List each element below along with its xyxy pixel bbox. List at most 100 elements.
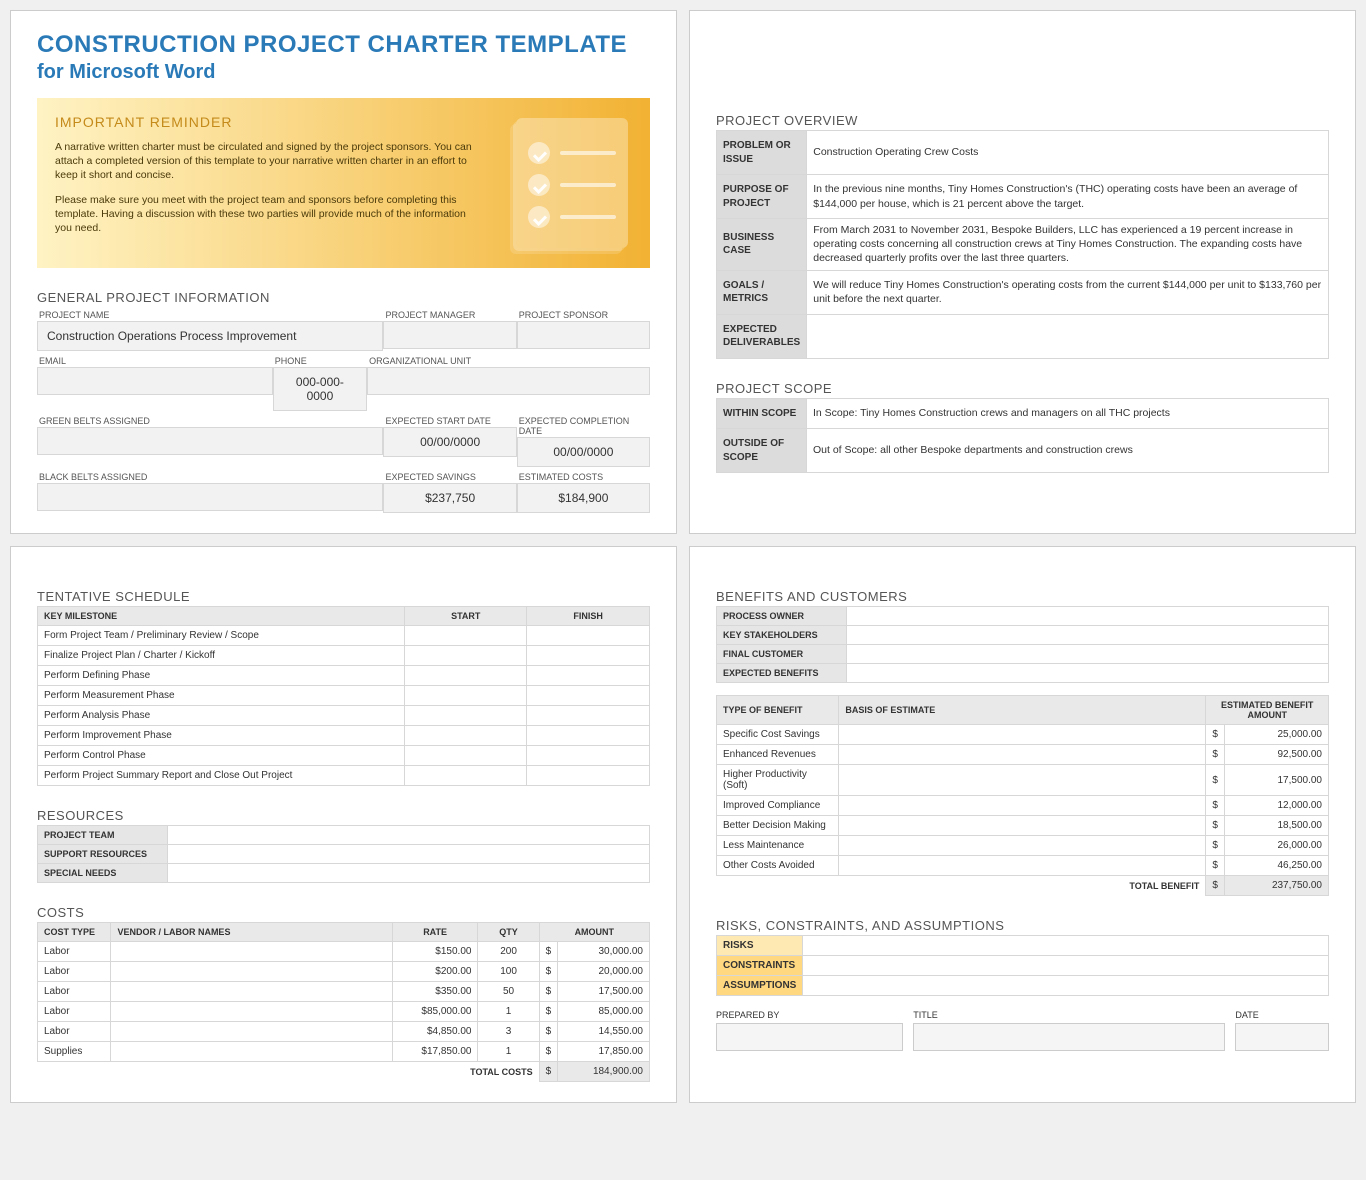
project-name-field[interactable]: Construction Operations Process Improvem…: [37, 321, 383, 351]
label-black-belts: BLACK BELTS ASSIGNED: [37, 469, 383, 483]
label-project-manager: PROJECT MANAGER: [383, 307, 516, 321]
col-cost-type: COST TYPE: [38, 923, 111, 942]
phone-field[interactable]: 000-000-0000: [273, 367, 367, 411]
benefits-info-table: PROCESS OWNER KEY STAKEHOLDERS FINAL CUS…: [716, 606, 1329, 683]
outside-scope-label: OUTSIDE OF SCOPE: [717, 429, 807, 473]
col-milestone: KEY MILESTONE: [38, 607, 405, 626]
res-team-label: PROJECT TEAM: [38, 826, 168, 845]
title-field[interactable]: [913, 1023, 1225, 1051]
risks-label: RISKS: [717, 936, 803, 956]
reminder-p1: A narrative written charter must be circ…: [55, 140, 485, 183]
within-scope-value: In Scope: Tiny Homes Construction crews …: [807, 398, 1329, 429]
page-4: BENEFITS AND CUSTOMERS PROCESS OWNER KEY…: [689, 546, 1356, 1103]
label-project-name: PROJECT NAME: [37, 307, 383, 321]
label-green-belts: GREEN BELTS ASSIGNED: [37, 413, 383, 427]
col-benefit-type: TYPE OF BENEFIT: [717, 696, 839, 725]
table-row: Improved Compliance$12,000.00: [717, 796, 1329, 816]
col-qty: QTY: [478, 923, 539, 942]
table-row: Labor$85,000.001$85,000.00: [38, 1002, 650, 1022]
table-row: GOALS / METRICSWe will reduce Tiny Homes…: [717, 270, 1329, 314]
benefits-heading: BENEFITS AND CUSTOMERS: [716, 589, 1329, 604]
table-row: Perform Analysis Phase: [38, 706, 650, 726]
col-rate: RATE: [392, 923, 478, 942]
project-sponsor-field[interactable]: [517, 321, 650, 349]
costs-heading: COSTS: [37, 905, 650, 920]
resources-table: PROJECT TEAM SUPPORT RESOURCES SPECIAL N…: [37, 825, 650, 883]
table-row: Perform Improvement Phase: [38, 726, 650, 746]
label-project-sponsor: PROJECT SPONSOR: [517, 307, 650, 321]
col-vendor: VENDOR / LABOR NAMES: [111, 923, 392, 942]
doc-subtitle: for Microsoft Word: [37, 61, 650, 84]
date-field[interactable]: [1235, 1023, 1329, 1051]
page-1: CONSTRUCTION PROJECT CHARTER TEMPLATE fo…: [10, 10, 677, 534]
project-manager-field[interactable]: [383, 321, 516, 349]
reminder-p2: Please make sure you meet with the proje…: [55, 193, 485, 236]
res-support-label: SUPPORT RESOURCES: [38, 845, 168, 864]
expected-completion-field[interactable]: 00/00/0000: [517, 437, 650, 467]
estimated-costs-field[interactable]: $184,900: [517, 483, 650, 513]
table-row: Other Costs Avoided$46,250.00: [717, 856, 1329, 876]
table-row: Higher Productivity (Soft)$17,500.00: [717, 765, 1329, 796]
table-row: Labor$350.0050$17,500.00: [38, 982, 650, 1002]
page-3: TENTATIVE SCHEDULE KEY MILESTONE START F…: [10, 546, 677, 1103]
reminder-panel: IMPORTANT REMINDER A narrative written c…: [37, 98, 650, 268]
table-row: Labor$200.00100$20,000.00: [38, 962, 650, 982]
table-row: Perform Control Phase: [38, 746, 650, 766]
doc-title: CONSTRUCTION PROJECT CHARTER TEMPLATE: [37, 31, 650, 59]
table-row: WITHIN SCOPE In Scope: Tiny Homes Constr…: [717, 398, 1329, 429]
outside-scope-value: Out of Scope: all other Bespoke departme…: [807, 429, 1329, 473]
table-row: Finalize Project Plan / Charter / Kickof…: [38, 646, 650, 666]
table-row: OUTSIDE OF SCOPE Out of Scope: all other…: [717, 429, 1329, 473]
table-row: Supplies$17,850.001$17,850.00: [38, 1042, 650, 1062]
expected-savings-field[interactable]: $237,750: [383, 483, 516, 513]
col-amount: AMOUNT: [539, 923, 649, 942]
title-label: TITLE: [913, 1010, 1225, 1020]
signoff-row: PREPARED BY TITLE DATE: [716, 1010, 1329, 1051]
within-scope-label: WITHIN SCOPE: [717, 398, 807, 429]
ben-final-label: FINAL CUSTOMER: [717, 645, 847, 664]
expected-start-field[interactable]: 00/00/0000: [383, 427, 516, 457]
email-field[interactable]: [37, 367, 273, 395]
label-expected-savings: EXPECTED SAVINGS: [383, 469, 516, 483]
checklist-icon: [508, 118, 628, 248]
black-belts-field[interactable]: [37, 483, 383, 511]
total-benefit-label: TOTAL BENEFIT: [717, 876, 1206, 896]
total-costs-value: 184,900.00: [558, 1062, 650, 1082]
col-start: START: [405, 607, 527, 626]
schedule-table: KEY MILESTONE START FINISH Form Project …: [37, 606, 650, 786]
green-belts-field[interactable]: [37, 427, 383, 455]
table-row: Less Maintenance$26,000.00: [717, 836, 1329, 856]
table-row: Labor$150.00200$30,000.00: [38, 942, 650, 962]
col-basis: BASIS OF ESTIMATE: [839, 696, 1206, 725]
table-row: PROBLEM OR ISSUEConstruction Operating C…: [717, 131, 1329, 175]
label-expected-completion: EXPECTED COMPLETION DATE: [517, 413, 650, 437]
table-row: Enhanced Revenues$92,500.00: [717, 745, 1329, 765]
constraints-label: CONSTRAINTS: [717, 956, 803, 976]
scope-heading: PROJECT SCOPE: [716, 381, 1329, 396]
table-row: PURPOSE OF PROJECTIn the previous nine m…: [717, 175, 1329, 219]
table-row: Perform Measurement Phase: [38, 686, 650, 706]
table-row: Perform Defining Phase: [38, 666, 650, 686]
date-label: DATE: [1235, 1010, 1329, 1020]
table-row: Perform Project Summary Report and Close…: [38, 766, 650, 786]
label-phone: PHONE: [273, 353, 367, 367]
benefits-table: TYPE OF BENEFIT BASIS OF ESTIMATE ESTIMA…: [716, 695, 1329, 896]
col-benefit-amount: ESTIMATED BENEFIT AMOUNT: [1206, 696, 1329, 725]
org-unit-field[interactable]: [367, 367, 650, 395]
table-row: Better Decision Making$18,500.00: [717, 816, 1329, 836]
total-costs-label: TOTAL COSTS: [38, 1062, 540, 1082]
risks-table: RISKS CONSTRAINTS ASSUMPTIONS: [716, 935, 1329, 996]
prepared-by-label: PREPARED BY: [716, 1010, 903, 1020]
table-row: BUSINESS CASEFrom March 2031 to November…: [717, 219, 1329, 271]
ben-expected-label: EXPECTED BENEFITS: [717, 664, 847, 683]
res-special-label: SPECIAL NEEDS: [38, 864, 168, 883]
ben-stake-label: KEY STAKEHOLDERS: [717, 626, 847, 645]
prepared-by-field[interactable]: [716, 1023, 903, 1051]
page-2: PROJECT OVERVIEW PROBLEM OR ISSUEConstru…: [689, 10, 1356, 534]
col-finish: FINISH: [527, 607, 650, 626]
risks-heading: RISKS, CONSTRAINTS, AND ASSUMPTIONS: [716, 918, 1329, 933]
schedule-heading: TENTATIVE SCHEDULE: [37, 589, 650, 604]
label-email: EMAIL: [37, 353, 273, 367]
assumptions-label: ASSUMPTIONS: [717, 976, 803, 996]
total-benefit-value: 237,750.00: [1224, 876, 1328, 896]
